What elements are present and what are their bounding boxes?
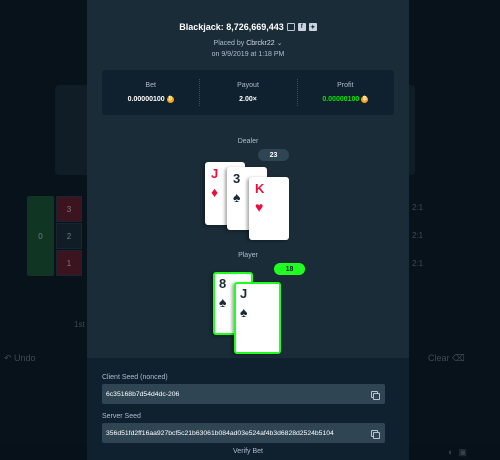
dealer-score-badge: 23 (258, 149, 289, 161)
server-seed-field[interactable]: 356d51fd2ff16aa927bcf5c21b63061b084ad03e… (102, 423, 379, 443)
btc-coin-icon: ₿ (361, 96, 369, 103)
btc-coin-icon: ₿ (166, 96, 174, 103)
card-rank: J (240, 286, 248, 301)
client-seed-field[interactable]: 6c35168b7d54d4dc-206 (102, 384, 379, 404)
profit-amount: 0.00000100 (322, 96, 360, 103)
payout-stat: Payout 2.00× (199, 70, 296, 115)
bet-title: Blackjack: 8,726,669,443 (179, 22, 284, 32)
username-link[interactable]: Cbrckr22 (246, 40, 274, 47)
copy-client-seed-button[interactable] (364, 384, 385, 404)
copy-server-seed-button[interactable] (364, 423, 385, 443)
bet-amount: 0.00000100 (127, 96, 165, 103)
bet-stat: Bet 0.00000100 ₿ (102, 70, 199, 115)
placed-by-info: Placed by Cbrckr22 ⌄ on 9/9/2019 at 1:18… (87, 38, 409, 60)
card-rank: 8 (219, 276, 227, 291)
profit-label: Profit (337, 82, 354, 89)
verify-bet-link[interactable]: Verify Bet (87, 448, 409, 455)
fairness-section: Client Seed (nonced) 6c35168b7d54d4dc-20… (87, 358, 409, 460)
modal-header: Blackjack: 8,726,669,443 f ✦ Placed by C… (87, 22, 409, 60)
copy-icon (371, 429, 380, 439)
payout-value: 2.00× (239, 96, 257, 103)
copy-icon[interactable] (286, 23, 295, 31)
twitter-icon[interactable]: ✦ (308, 23, 317, 31)
bet-detail-modal: Blackjack: 8,726,669,443 f ✦ Placed by C… (87, 0, 409, 460)
spade-suit-icon: ♠ (233, 189, 241, 205)
card-rank: 3 (233, 171, 241, 186)
spade-suit-icon: ♠ (240, 304, 248, 320)
dealer-label: Dealer (237, 138, 259, 145)
card-rank: K (255, 181, 265, 196)
player-label: Player (238, 252, 258, 259)
diamond-suit-icon: ♦ (211, 184, 219, 200)
card-rank: J (211, 166, 219, 181)
payout-label: Payout (237, 82, 259, 89)
server-seed-label: Server Seed (102, 413, 141, 420)
placed-by-prefix: Placed by (213, 40, 245, 47)
bet-stats-panel: Bet 0.00000100 ₿ Payout 2.00× Profit 0.00… (102, 70, 394, 115)
spade-suit-icon: ♠ (219, 294, 227, 310)
profit-value: 0.00000100 ₿ (322, 96, 369, 103)
bet-date: on 9/9/2019 at 1:18 PM (211, 51, 285, 58)
title-row: Blackjack: 8,726,669,443 f ✦ (87, 22, 409, 32)
client-seed-label: Client Seed (nonced) (102, 374, 168, 381)
bet-label: Bet (145, 82, 156, 89)
player-card-2: J ♠ (234, 282, 281, 354)
facebook-icon[interactable]: f (297, 23, 306, 31)
heart-suit-icon: ♥ (255, 199, 264, 215)
chevron-down-icon[interactable]: ⌄ (277, 40, 283, 47)
copy-icon (371, 390, 380, 400)
player-score-badge: 18 (274, 263, 305, 275)
bet-value: 0.00000100 ₿ (128, 96, 174, 103)
profit-stat: Profit 0.00000100 ₿ (296, 70, 394, 115)
dealer-card-3: K ♥ (249, 177, 289, 240)
